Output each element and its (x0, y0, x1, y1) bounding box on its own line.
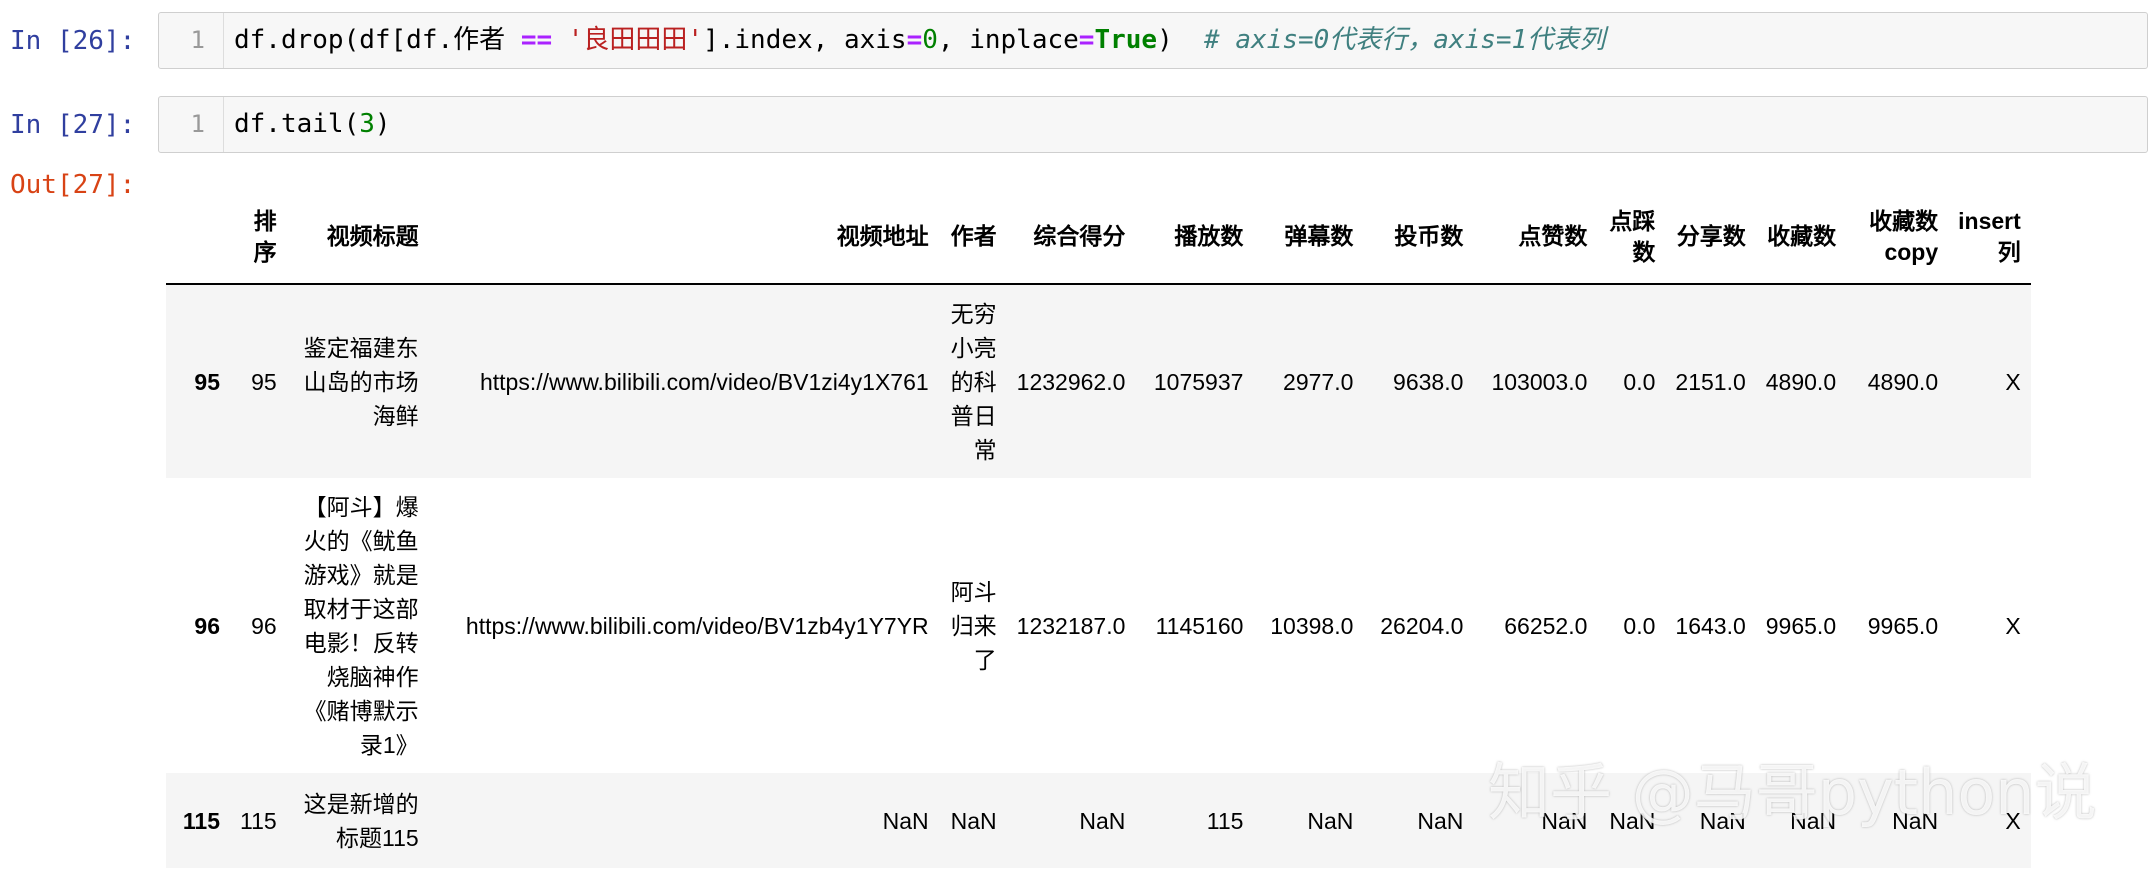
code-cell-27[interactable]: 1 df.tail(3) (158, 96, 2148, 153)
table-cell: 1232962.0 (1016, 368, 1126, 395)
table-cell: 66252.0 (1504, 612, 1588, 639)
column-header-plays: 播放数 (1135, 190, 1254, 285)
column-header-rank: 排序 (230, 190, 287, 285)
column-header-coins: 投币数 (1363, 190, 1474, 285)
index-header (166, 190, 230, 285)
table-cell: 115 (1206, 807, 1244, 834)
code-cell-26[interactable]: 1 df.drop(df[df.作者 == '良田田田'].index, axi… (158, 12, 2148, 69)
code-token: ) (374, 109, 391, 139)
table-cell: X (2005, 368, 2021, 395)
code-token: 3 (359, 109, 375, 139)
code-token: 0 (922, 25, 938, 55)
line-number: 1 (159, 13, 224, 68)
header-text: 排序 (253, 207, 277, 265)
table-cell: NaN (1079, 807, 1126, 834)
table-header-row: 排序 视频标题 视频地址 作者 综合得分 播放数 弹幕数 投币数 点赞数 点踩数… (166, 190, 2031, 285)
table-cell: 10398.0 (1270, 612, 1354, 639)
column-header-url: 视频地址 (428, 190, 939, 285)
table-cell: 2977.0 (1283, 368, 1354, 395)
table-cell: NaN (950, 807, 997, 834)
code-token: , inplace (937, 25, 1079, 55)
table-cell: 1145160 (1155, 612, 1244, 639)
table-cell: 9965.0 (1867, 612, 1939, 639)
code-token: df.tail( (234, 109, 360, 139)
code-token: == (520, 25, 553, 55)
column-header-danmaku: 弹幕数 (1253, 190, 1364, 285)
table-cell: 0.0 (1623, 612, 1656, 639)
input-prompt-26: In [26]: (10, 26, 136, 56)
table-cell: 这是新增的标题115 (303, 790, 419, 851)
table-cell: 1075937 (1153, 368, 1244, 395)
table-cell: 9965.0 (1765, 612, 1837, 639)
column-header-title: 视频标题 (286, 190, 429, 285)
code-token: df.drop(df[df.作者 (234, 25, 521, 55)
table-cell: X (2005, 612, 2021, 639)
column-header-favorites-copy: 收藏数copy (1846, 190, 1949, 285)
code-token: # axis=0代表行，axis=1代表列 (1204, 25, 1606, 55)
column-header-likes: 点赞数 (1473, 190, 1598, 285)
table-cell: 103003.0 (1491, 368, 1588, 395)
code-token: ].index, axis (703, 25, 907, 55)
column-header-score: 综合得分 (1006, 190, 1136, 285)
watermark: 知乎 @马哥python说 (1488, 756, 2097, 829)
table-cell: 鉴定福建东山岛的市场海鲜 (303, 334, 419, 429)
code-token: '良田田田' (567, 25, 704, 55)
table-cell: NaN (1417, 807, 1464, 834)
table-cell: 4890.0 (1867, 368, 1939, 395)
line-number: 1 (159, 97, 224, 152)
code-line[interactable]: df.tail(3) (234, 97, 391, 152)
table-cell: 95 (251, 368, 277, 395)
row-index: 115 (182, 807, 220, 834)
column-header-author: 作者 (938, 190, 1007, 285)
table-cell: 9638.0 (1393, 368, 1464, 395)
table-cell: 2151.0 (1675, 368, 1746, 395)
table-cell: NaN (1307, 807, 1354, 834)
code-token: = (1078, 25, 1095, 55)
column-header-favorites: 收藏数 (1755, 190, 1847, 285)
table-cell: https://www.bilibili.com/video/BV1zi4y1X… (479, 368, 929, 395)
table-cell: https://www.bilibili.com/video/BV1zb4y1Y… (465, 612, 929, 639)
column-header-insert: insert列 (1948, 190, 2031, 285)
row-index: 96 (194, 612, 220, 639)
table-cell: 96 (251, 612, 277, 639)
column-header-shares: 分享数 (1665, 190, 1756, 285)
table-cell: 4890.0 (1765, 368, 1837, 395)
output-prompt-27: Out[27]: (10, 170, 136, 200)
table-cell: 【阿斗】爆火的《鱿鱼游戏》就是取材于这部电影！反转烧脑神作《赌博默示录1》 (303, 493, 419, 758)
row-index: 95 (194, 368, 220, 395)
table-cell: 1643.0 (1675, 612, 1746, 639)
table-cell: 1232187.0 (1016, 612, 1126, 639)
table-cell: 阿斗归来了 (950, 578, 997, 673)
input-prompt-27: In [27]: (10, 110, 136, 140)
table-cell: 无穷小亮的科普日常 (950, 300, 997, 463)
table-row: 95 95 鉴定福建东山岛的市场海鲜 https://www.bilibili.… (166, 284, 2031, 478)
code-line[interactable]: df.drop(df[df.作者 == '良田田田'].index, axis=… (234, 13, 1605, 68)
table-row: 96 96 【阿斗】爆火的《鱿鱼游戏》就是取材于这部电影！反转烧脑神作《赌博默示… (166, 478, 2031, 773)
code-token: = (906, 25, 923, 55)
table-cell: 26204.0 (1380, 612, 1464, 639)
column-header-dislikes: 点踩数 (1597, 190, 1666, 285)
table-cell: 115 (240, 807, 277, 834)
table-cell: NaN (882, 807, 929, 834)
code-token: True (1094, 25, 1158, 55)
code-token: ) (1157, 25, 1205, 55)
table-cell: 0.0 (1623, 368, 1656, 395)
